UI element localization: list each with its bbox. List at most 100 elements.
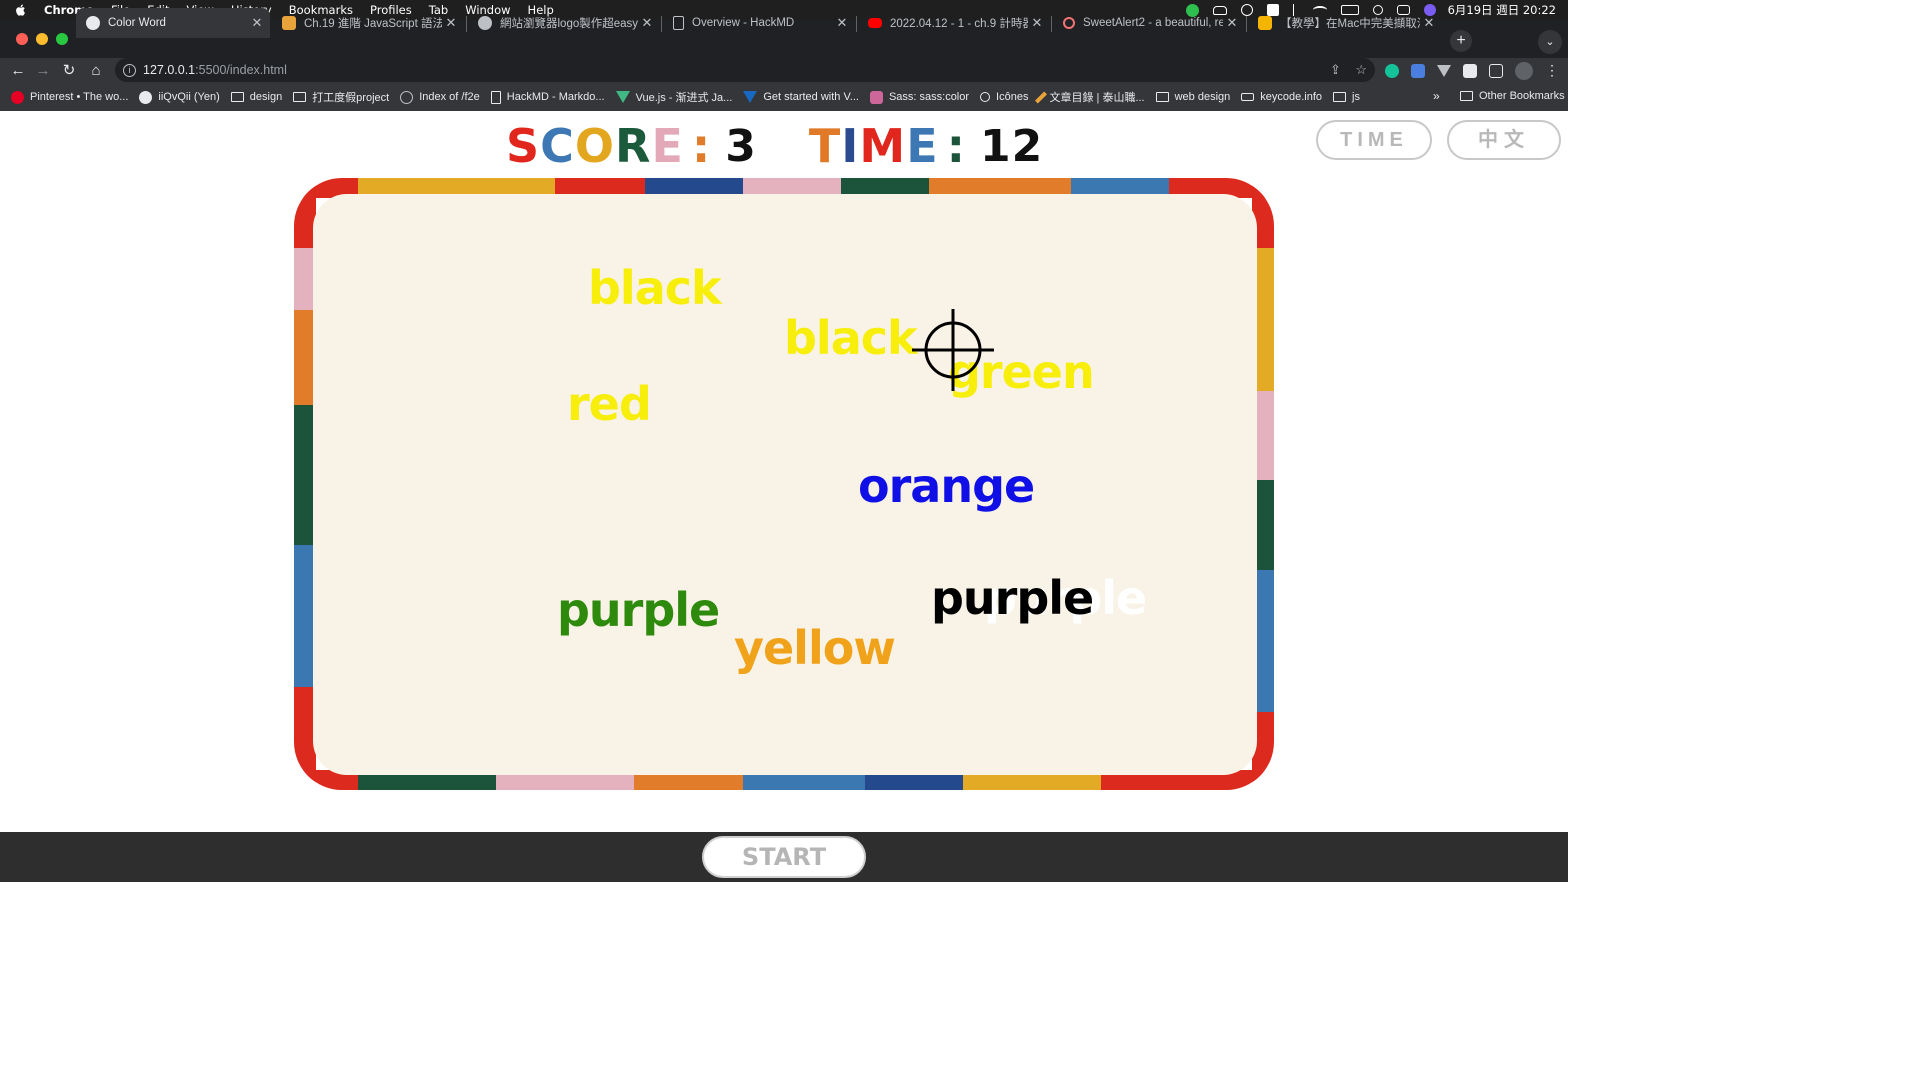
word-target[interactable]: black — [784, 311, 918, 365]
bookmark-folder-js[interactable]: js — [1333, 91, 1360, 103]
close-window-button[interactable] — [16, 33, 28, 45]
bookmarks-bar: Pinterest • The wo... iiQvQii (Yen) desi… — [0, 83, 1568, 111]
reload-icon[interactable]: ↻ — [59, 61, 79, 81]
tab-sweetalert[interactable]: SweetAlert2 - a beautiful, resp ✕ — [1053, 8, 1245, 38]
address-bar[interactable]: i 127.0.0.1:5500/index.html ⇪ ☆ — [115, 58, 1375, 82]
star-icon[interactable]: ☆ — [1355, 62, 1367, 77]
bookmark-github[interactable]: iiQvQii (Yen) — [139, 90, 220, 104]
score-label-letter: C — [540, 119, 575, 173]
more-menu-icon[interactable]: ⋮ — [1545, 63, 1559, 78]
bookmark-label: iiQvQii (Yen) — [158, 91, 220, 103]
close-tab-icon[interactable]: ✕ — [248, 15, 266, 31]
time-colon: : — [946, 119, 967, 173]
bookmark-label: js — [1352, 91, 1360, 103]
score-label-letter: R — [615, 119, 652, 173]
close-tab-icon[interactable]: ✕ — [442, 15, 460, 31]
side-panel-icon[interactable] — [1489, 64, 1503, 78]
tab-separator — [466, 16, 467, 32]
score-label-letter: E — [651, 119, 684, 173]
bookmark-vuetify[interactable]: Get started with V... — [743, 91, 859, 103]
language-toggle-button[interactable]: 中文 — [1447, 120, 1561, 160]
forward-arrow-icon[interactable]: → — [33, 61, 53, 81]
score-label-letter: O — [574, 119, 616, 173]
new-tab-button[interactable]: + — [1450, 30, 1472, 52]
word-target[interactable]: orange — [858, 459, 1035, 513]
word-target[interactable]: black — [588, 261, 722, 315]
bookmark-label: web design — [1174, 91, 1231, 103]
bookmark-hackmd[interactable]: HackMD - Markdo... — [490, 90, 605, 104]
minimize-window-button[interactable] — [36, 33, 48, 45]
bookmark-label: Sass: sass:color — [888, 91, 970, 103]
close-tab-icon[interactable]: ✕ — [1028, 15, 1046, 31]
apple-icon[interactable] — [14, 3, 28, 17]
home-icon[interactable]: ⌂ — [86, 61, 106, 81]
back-arrow-icon[interactable]: ← — [8, 61, 28, 81]
tab-search-button[interactable]: ⌄ — [1538, 30, 1562, 54]
extensions-puzzle-icon[interactable] — [1463, 64, 1477, 78]
bookmark-label: 文章目錄 | 泰山職... — [1049, 92, 1145, 104]
extensions-area: ⋮ — [1385, 62, 1571, 80]
word-target[interactable]: yellow — [734, 621, 896, 675]
footer-bar: START — [0, 832, 1568, 882]
bookmark-icon — [1258, 16, 1272, 30]
time-mode-button[interactable]: TIME — [1316, 120, 1432, 160]
bookmark-sass[interactable]: Sass: sass:color — [869, 90, 970, 104]
browser-toolbar: ← → ↻ ⌂ i 127.0.0.1:5500/index.html ⇪ ☆ … — [0, 58, 1568, 83]
vuetify-icon — [743, 91, 758, 103]
bookmark-label: Pinterest • The wo... — [30, 91, 129, 103]
bookmark-label: HackMD - Markdo... — [506, 91, 605, 103]
game-page: SCORE : 3 TIME : 12 TIME 中文 black black … — [0, 111, 1568, 882]
tab-youtube[interactable]: 2022.04.12 - 1 - ch.9 計時器 - ✕ — [858, 8, 1050, 38]
time-value: 12 — [980, 120, 1044, 172]
bookmark-icones[interactable]: Icônes — [980, 91, 1028, 103]
tab-title: 網站瀏覽器logo製作超easy - 「 — [500, 18, 638, 30]
bookmark-index-f2e[interactable]: Index of /f2e — [400, 90, 480, 104]
zoom-window-button[interactable] — [56, 33, 68, 45]
bookmark-vue[interactable]: Vue.js - 渐进式 Ja... — [615, 89, 733, 105]
site-info-icon[interactable]: i — [123, 63, 136, 77]
tab-title: Color Word — [108, 17, 166, 29]
other-bookmarks-label: Other Bookmarks — [1479, 90, 1565, 102]
bookmark-folder-project[interactable]: 打工度假project — [293, 89, 389, 105]
tab-color-word[interactable]: Color Word ✕ — [76, 8, 270, 38]
translate-icon[interactable] — [1411, 64, 1425, 78]
share-icon[interactable]: ⇪ — [1330, 62, 1341, 77]
tab-ch19[interactable]: Ch.19 進階 JavaScript 語法 | 泰 ✕ — [272, 8, 464, 38]
bookmark-label: design — [249, 91, 283, 103]
bookmark-folder-web-design[interactable]: web design — [1155, 91, 1231, 103]
tab-mac-tutorial[interactable]: 【教學】在Mac中完美擷取滑鼠 ✕ — [1248, 8, 1442, 38]
tab-hackmd[interactable]: Overview - HackMD ✕ — [663, 8, 855, 38]
pencil-icon — [1035, 90, 1048, 104]
sass-icon — [869, 90, 883, 104]
close-tab-icon[interactable]: ✕ — [1223, 15, 1241, 31]
bookmark-pinterest[interactable]: Pinterest • The wo... — [11, 90, 129, 104]
other-bookmarks[interactable]: Other Bookmarks — [1460, 90, 1565, 102]
close-tab-icon[interactable]: ✕ — [1420, 15, 1438, 31]
game-board-area[interactable] — [313, 194, 1257, 775]
bookmark-label: Icônes — [996, 91, 1029, 103]
start-button[interactable]: START — [702, 836, 866, 878]
bookmarks-overflow-chevron[interactable]: » — [1433, 89, 1440, 103]
word-target[interactable]: purple — [931, 571, 1094, 625]
close-tab-icon[interactable]: ✕ — [638, 15, 656, 31]
pinterest-icon — [11, 90, 24, 104]
sweetalert-icon — [1063, 17, 1075, 29]
tab-logo[interactable]: 網站瀏覽器logo製作超easy - 「 ✕ — [468, 8, 660, 38]
folder-icon — [1333, 92, 1347, 102]
word-target[interactable]: purple — [557, 583, 720, 637]
bookmark-keycode[interactable]: keycode.info — [1241, 91, 1322, 103]
bookmark-label: Vue.js - 渐进式 Ja... — [635, 92, 733, 104]
menubar-clock[interactable]: 6月19日 週日 20:22 — [1448, 2, 1556, 18]
vue-devtools-icon[interactable] — [1437, 65, 1451, 77]
profile-avatar-icon[interactable] — [1515, 62, 1533, 80]
keyboard-icon — [1241, 93, 1255, 101]
globe-icon — [86, 16, 100, 30]
tab-title: Ch.19 進階 JavaScript 語法 | 泰 — [304, 18, 442, 30]
close-tab-icon[interactable]: ✕ — [833, 15, 851, 31]
bookmark-articles[interactable]: 文章目錄 | 泰山職... — [1035, 89, 1145, 105]
grammarly-icon[interactable] — [1385, 64, 1399, 78]
bookmark-folder-design[interactable]: design — [230, 91, 283, 103]
tab-separator — [1246, 16, 1247, 32]
word-target[interactable]: red — [567, 377, 652, 431]
bookmark-label: Index of /f2e — [419, 91, 480, 103]
